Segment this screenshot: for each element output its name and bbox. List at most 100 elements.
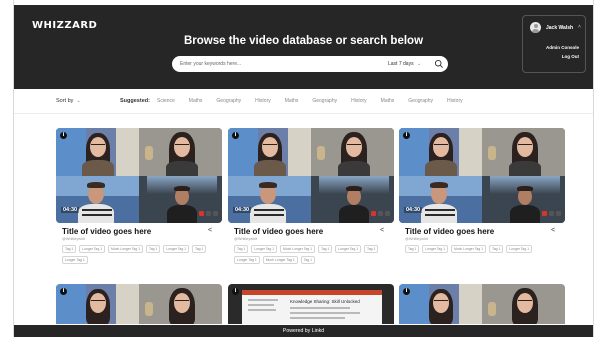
suggested-tag[interactable]: Maths [381,98,395,104]
suggested-tag[interactable]: Geography [312,98,337,104]
info-icon[interactable]: i [60,288,67,295]
video-tag[interactable]: Longer Tag 1 [251,245,278,253]
video-tag[interactable]: Tag 1 [318,245,333,253]
filter-bar: Sort by ⌄ Suggested: Science Maths Geogra… [14,89,593,114]
chevron-up-icon[interactable]: ˄ [578,24,581,30]
video-duration: 04:30 [61,207,80,213]
video-tag[interactable]: Tag 1 [234,245,249,253]
participant-video [482,284,565,324]
search-input[interactable] [172,56,372,72]
suggested-tag[interactable]: History [255,98,271,104]
video-title[interactable]: Title of video goes here [405,227,494,236]
suggested-tag[interactable]: Maths [285,98,299,104]
info-icon[interactable]: i [60,132,67,139]
participant-video [228,175,311,223]
video-tags: Tag 1 Longer Tag 1 Much Longer Tag 1 Tag… [234,245,394,267]
page-right-border [593,0,594,337]
video-duration: 04:30 [404,207,423,213]
chevron-down-icon: ⌄ [76,98,81,104]
date-filter-dropdown[interactable]: Last 7 days ⌄ [388,61,421,67]
info-icon[interactable]: i [232,132,239,139]
video-duration: 04:30 [233,207,252,213]
screen-share-preview: Knowledge Sharing: Skill Unlocked [228,284,394,324]
search-bar: Last 7 days ⌄ [172,56,448,72]
video-author: @Whitleywhit [234,237,258,241]
video-thumbnail[interactable]: i [399,284,565,324]
video-tag[interactable]: Tag 1 [192,245,207,253]
participant-video [228,128,311,176]
suggested-tag[interactable]: History [351,98,367,104]
video-tag[interactable]: Tag 1 [146,245,161,253]
sort-by-label: Sort by [56,98,74,104]
suggested-tag[interactable]: Maths [189,98,203,104]
suggested-tag[interactable]: History [447,98,463,104]
participant-video [311,128,394,176]
video-tags: Tag 1 Longer Tag 1 Much Longer Tag 1 Tag… [62,245,222,267]
participant-video [399,284,482,324]
slide-heading: Knowledge Sharing: Skill Unlocked [290,299,360,304]
video-tag[interactable]: Longer Tag 1 [62,256,88,264]
date-filter-label: Last 7 days [388,61,414,67]
suggested-tag[interactable]: Science [157,98,175,104]
video-tag[interactable]: Tag 1 [489,245,504,253]
share-icon[interactable]: < [208,227,212,234]
video-tag[interactable]: Tag 1 [62,245,77,253]
logout-link[interactable]: Log Out [562,54,579,59]
video-tags: Tag 1 Longer Tag 1 Much Longer Tag 1 Tag… [405,245,565,256]
participant-video [139,128,222,176]
video-tag[interactable]: Much Longer Tag 1 [108,245,143,253]
video-tag[interactable]: Longer Tag 1 [79,245,106,253]
user-name: Jack Walsh [546,25,574,31]
video-author: @Whitleywhit [62,237,86,241]
video-tag[interactable]: Longer Tag 1 [422,245,449,253]
video-tag[interactable]: Much Longer Tag 1 [451,245,486,253]
app-window: WHIZZARD Browse the video database or se… [14,5,593,337]
video-title[interactable]: Title of video goes here [234,227,323,236]
admin-console-link[interactable]: Admin Console [546,45,579,50]
video-thumbnail[interactable]: Knowledge Sharing: Skill Unlocked i [228,284,394,324]
video-tag[interactable]: Much Longer Tag 1 [262,256,298,264]
video-tag[interactable]: Longer Tag 1 [234,256,260,264]
video-tag[interactable]: Tag 1 [300,256,315,264]
recording-indicator [542,210,562,218]
video-author: @Whitleywhit [405,237,429,241]
video-thumbnail[interactable]: i [56,284,222,324]
participant-video [482,128,565,176]
video-tag[interactable]: Longer Tag 1 [506,245,533,253]
video-title[interactable]: Title of video goes here [62,227,151,236]
share-icon[interactable]: < [551,227,555,234]
app-logo[interactable]: WHIZZARD [32,20,97,31]
top-header: WHIZZARD Browse the video database or se… [14,5,593,89]
sort-by-dropdown[interactable]: Sort by ⌄ [56,98,81,104]
avatar [530,22,541,33]
page-title: Browse the video database or search belo… [183,35,424,47]
participant-video [56,128,139,176]
info-icon[interactable]: i [403,132,410,139]
video-tag[interactable]: Tag 1 [405,245,420,253]
participant-video [139,284,222,324]
recording-indicator [371,210,391,218]
video-tag[interactable]: Longer Tag 1 [335,245,362,253]
footer: Powered by Linkd [14,325,593,337]
suggested-tag[interactable]: Geography [408,98,433,104]
chevron-down-icon: ⌄ [416,61,422,67]
share-icon[interactable]: < [380,227,384,234]
info-icon[interactable]: i [232,288,239,295]
info-icon[interactable]: i [403,288,410,295]
video-thumbnail[interactable]: i 04:30 [228,128,394,223]
suggested-tag[interactable]: Geography [216,98,241,104]
user-menu[interactable]: Jack Walsh ˄ Admin Console Log Out [522,15,586,73]
search-icon[interactable] [434,59,444,69]
video-tag[interactable]: Tag 1 [364,245,379,253]
participant-video [399,175,482,223]
video-thumbnail[interactable]: i 04:30 [56,128,222,223]
suggested-label: Suggested: [120,98,150,104]
suggested-tags: Science Maths Geography History Maths Ge… [157,98,477,104]
video-tag[interactable]: Longer Tag 1 [163,245,190,253]
participant-video [399,128,482,176]
recording-indicator [199,210,219,218]
video-thumbnail[interactable]: i 04:30 [399,128,565,223]
video-tag[interactable]: Much Longer Tag 1 [280,245,315,253]
participant-video [56,284,139,324]
participant-video [56,175,139,223]
